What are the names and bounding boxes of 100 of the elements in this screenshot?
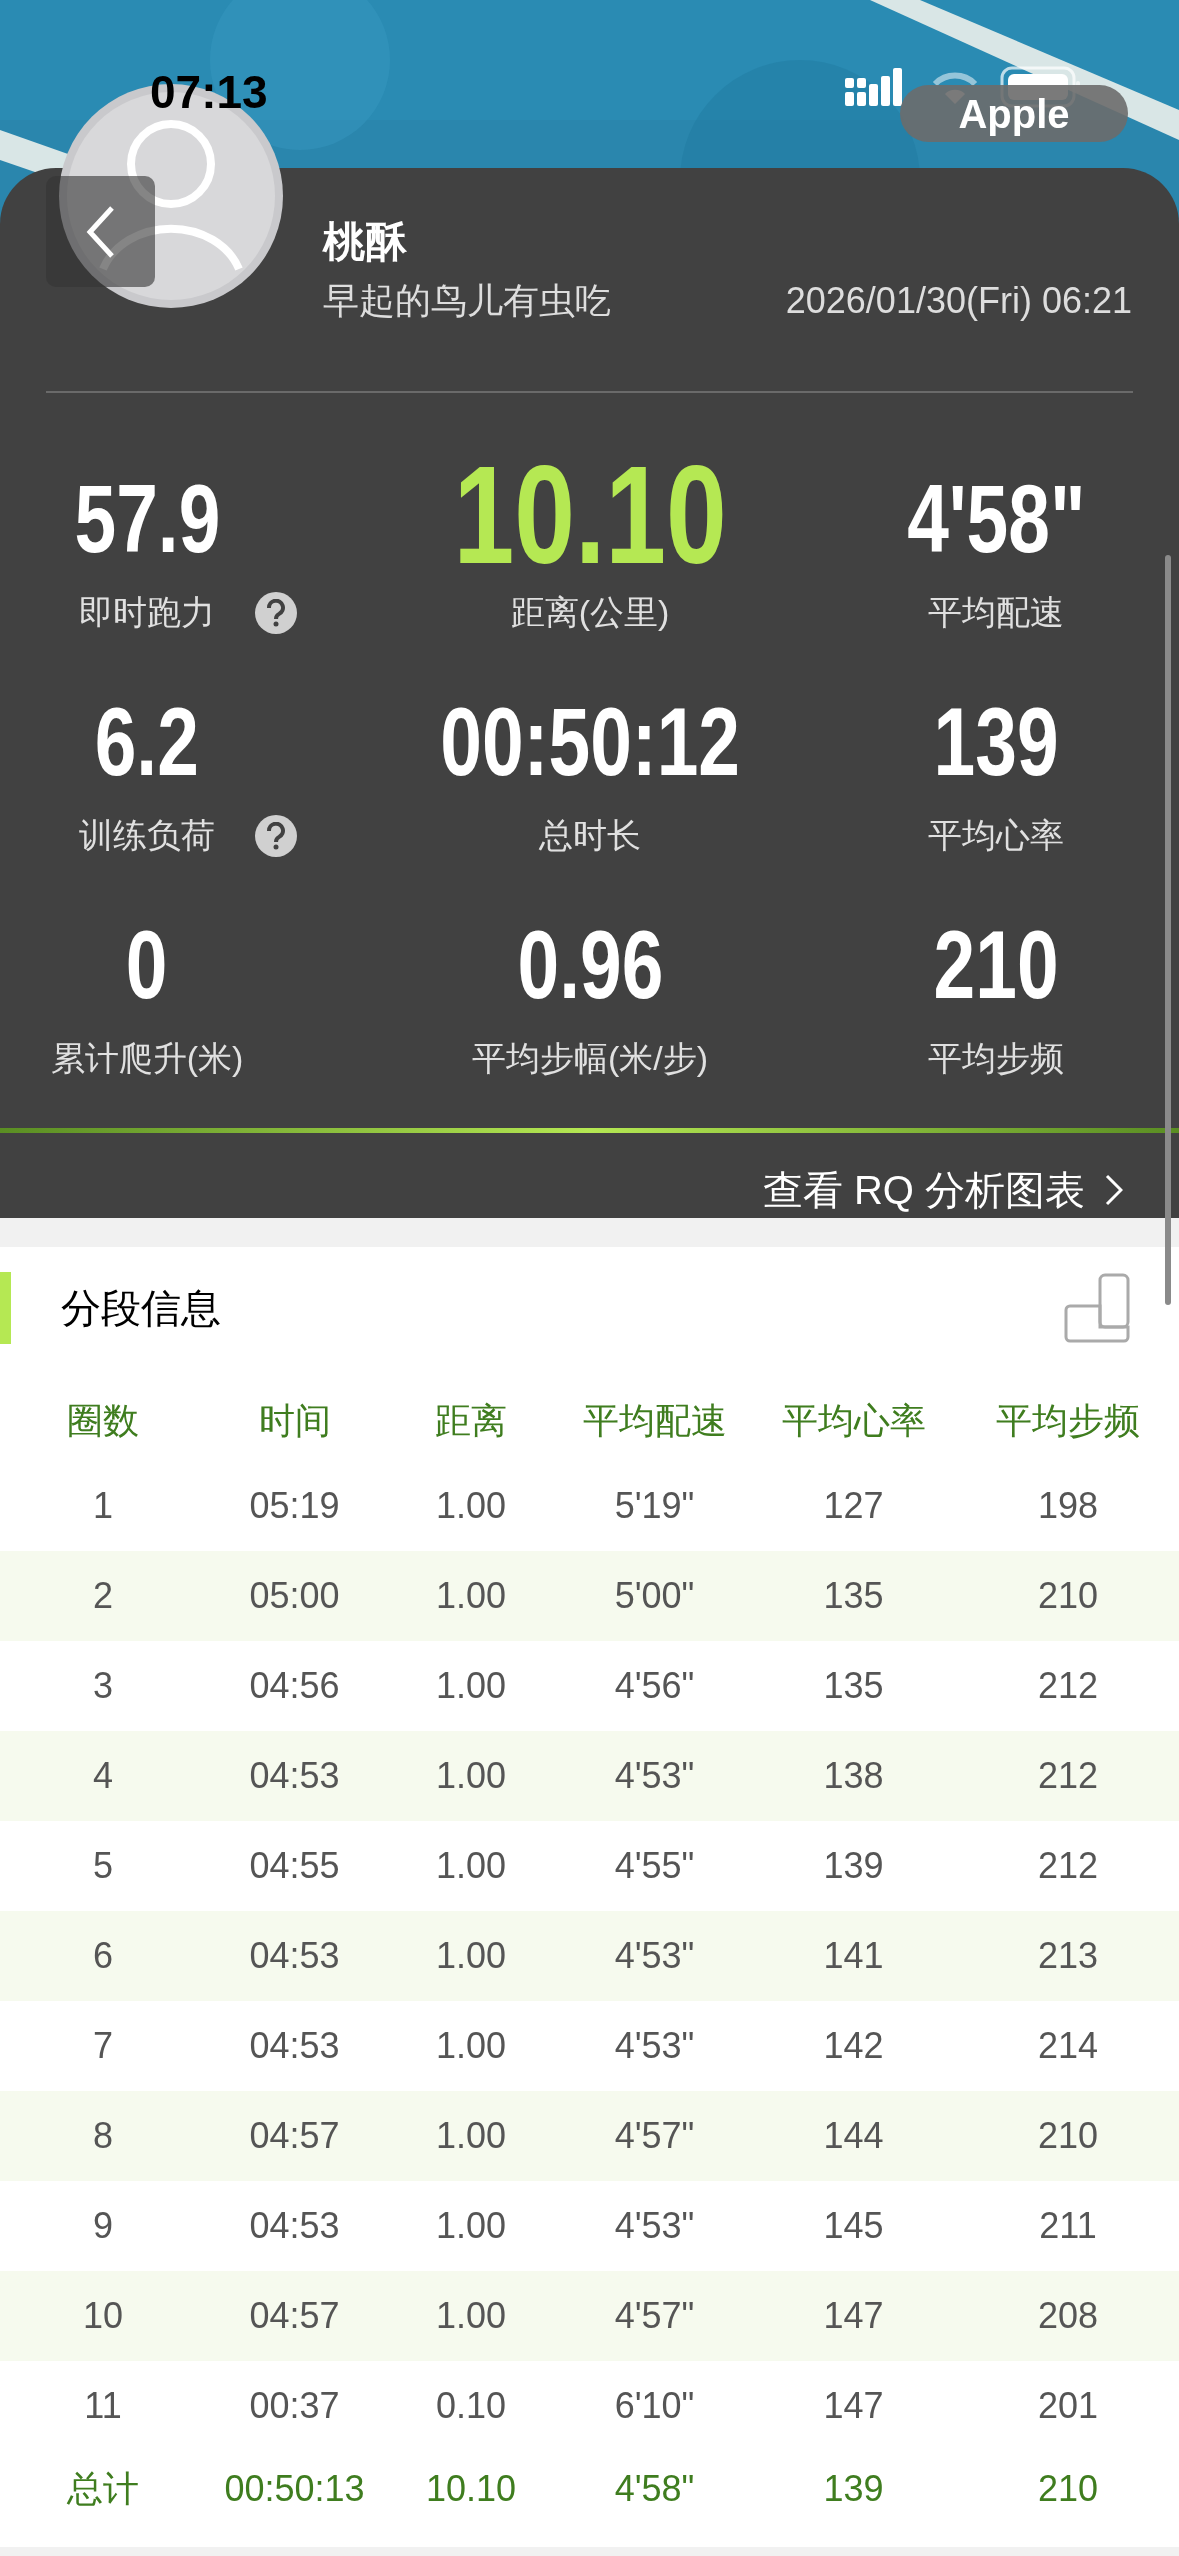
stat-label: 平均配速 bbox=[928, 592, 1064, 633]
table-cell-text: 3 bbox=[92, 1664, 114, 1708]
table-cell-text: 04:57 bbox=[248, 2294, 341, 2338]
table-cell-text: 138 bbox=[822, 1754, 885, 1798]
table-cell-text: 5'19" bbox=[613, 1484, 696, 1528]
back-button[interactable] bbox=[46, 176, 155, 287]
table-cell-text: 1.00 bbox=[434, 1574, 508, 1618]
table-cell-text: 4'53" bbox=[613, 2024, 696, 2068]
table-cell-text: 1.00 bbox=[434, 1484, 508, 1528]
table-cell-text: 05:00 bbox=[248, 1574, 341, 1618]
column-header: 平均心率 bbox=[780, 1399, 927, 1443]
total-cell-text: 总计 bbox=[66, 2467, 140, 2511]
table-cell-text: 201 bbox=[1036, 2384, 1100, 2428]
section-title: 分段信息 bbox=[61, 1285, 221, 1332]
stat-label: 平均步幅(米/步) bbox=[471, 1038, 709, 1079]
table-cell-text: 11 bbox=[83, 2384, 123, 2428]
stat-value: 4'58" bbox=[906, 469, 1086, 569]
table-cell-text: 04:57 bbox=[248, 2114, 341, 2158]
column-header: 时间 bbox=[257, 1399, 332, 1443]
table-cell-text: 4'53" bbox=[613, 2204, 696, 2248]
column-header: 平均步频 bbox=[995, 1399, 1141, 1443]
column-header: 距离 bbox=[434, 1399, 508, 1443]
table-cell-text: 211 bbox=[1038, 2204, 1098, 2248]
table-cell-text: 6'10" bbox=[613, 2384, 696, 2428]
user-name: 桃酥 bbox=[323, 217, 407, 267]
stat-value: 10.10 bbox=[453, 461, 727, 569]
table-cell-text: 141 bbox=[822, 1934, 885, 1978]
table-cell-text: 0.10 bbox=[434, 2384, 508, 2428]
chevron-right-icon bbox=[1105, 1174, 1123, 1206]
table-cell-text: 04:53 bbox=[248, 2024, 341, 2068]
stat-label: 即时跑力 bbox=[79, 592, 215, 633]
stat-value: 00:50:12 bbox=[440, 692, 740, 792]
table-cell-text: 04:53 bbox=[248, 1934, 341, 1978]
apple-pill: Apple bbox=[900, 85, 1128, 142]
table-cell-text: 10 bbox=[81, 2294, 124, 2338]
table-cell-text: 4 bbox=[92, 1754, 114, 1798]
table-cell-text: 1.00 bbox=[434, 1844, 508, 1888]
table-cell-text: 135 bbox=[822, 1664, 885, 1708]
stat-value: 210 bbox=[933, 915, 1059, 1015]
table-cell-text: 1.00 bbox=[434, 1934, 508, 1978]
table-cell-text: 04:56 bbox=[248, 1664, 341, 1708]
stat-label: 平均步频 bbox=[928, 1038, 1064, 1079]
status-time: 07:13 bbox=[150, 65, 268, 120]
column-header: 平均配速 bbox=[581, 1399, 728, 1443]
table-cell-text: 1.00 bbox=[434, 1664, 508, 1708]
table-cell-text: 214 bbox=[1036, 2024, 1100, 2068]
table-cell-text: 212 bbox=[1036, 1664, 1100, 1708]
stat-label: 平均心率 bbox=[928, 815, 1064, 856]
table-cell-text: 208 bbox=[1036, 2294, 1100, 2338]
table-cell-text: 4'53" bbox=[613, 1754, 696, 1798]
column-header: 圈数 bbox=[66, 1399, 140, 1443]
total-cell-text: 10.10 bbox=[424, 2467, 518, 2511]
section-accent-bar bbox=[0, 1272, 11, 1344]
table-cell-text: 1.00 bbox=[434, 2294, 508, 2338]
table-cell-text: 142 bbox=[822, 2024, 885, 2068]
table-cell-text: 04:53 bbox=[248, 2204, 341, 2248]
table-cell-text: 1.00 bbox=[434, 2114, 508, 2158]
total-cell-text: 210 bbox=[1036, 2467, 1100, 2511]
total-cell-text: 00:50:13 bbox=[223, 2467, 366, 2511]
table-cell-text: 4'57" bbox=[613, 2294, 696, 2338]
table-cell-text: 5 bbox=[92, 1844, 114, 1888]
stat-label: 训练负荷 bbox=[79, 815, 215, 856]
rq-analysis-link[interactable]: 查看 RQ 分析图表 bbox=[762, 1160, 1123, 1220]
table-cell-text: 04:53 bbox=[248, 1754, 341, 1798]
table-cell-text: 4'57" bbox=[613, 2114, 696, 2158]
table-cell-text: 1.00 bbox=[434, 1754, 508, 1798]
stat-value: 139 bbox=[933, 692, 1059, 792]
table-cell-text: 210 bbox=[1036, 1574, 1100, 1618]
table-cell-text: 135 bbox=[822, 1574, 885, 1618]
table-cell-text: 198 bbox=[1036, 1484, 1100, 1528]
table-cell-text: 147 bbox=[822, 2294, 885, 2338]
table-cell-text: 9 bbox=[92, 2204, 114, 2248]
table-cell-text: 1 bbox=[92, 1484, 114, 1528]
stat-value: 6.2 bbox=[94, 692, 200, 792]
table-cell-text: 1.00 bbox=[434, 2204, 508, 2248]
table-cell-text: 6 bbox=[92, 1934, 114, 1978]
table-cell-text: 4'56" bbox=[613, 1664, 696, 1708]
stat-value: 57.9 bbox=[74, 469, 220, 569]
total-cell-text: 4'58" bbox=[613, 2467, 696, 2511]
total-cell-text: 139 bbox=[822, 2467, 885, 2511]
table-cell-text: 145 bbox=[822, 2204, 885, 2248]
table-cell-text: 147 bbox=[822, 2384, 885, 2428]
table-cell-text: 139 bbox=[822, 1844, 885, 1888]
table-cell-text: 05:19 bbox=[248, 1484, 341, 1528]
stat-label: 累计爬升(米) bbox=[50, 1038, 244, 1079]
stat-value: 0.96 bbox=[517, 915, 663, 1015]
table-cell-text: 2 bbox=[92, 1574, 114, 1618]
table-cell-text: 1.00 bbox=[434, 2024, 508, 2068]
table-cell-text: 8 bbox=[92, 2114, 114, 2158]
stat-label: 总时长 bbox=[539, 815, 641, 856]
table-cell-text: 212 bbox=[1036, 1754, 1100, 1798]
table-cell-text: 7 bbox=[92, 2024, 114, 2068]
user-motto: 早起的鸟儿有虫吃 bbox=[323, 279, 611, 323]
table-cell-text: 212 bbox=[1036, 1844, 1100, 1888]
table-cell-text: 127 bbox=[822, 1484, 885, 1528]
stat-value: 0 bbox=[126, 915, 168, 1015]
table-cell-text: 5'00" bbox=[613, 1574, 696, 1618]
table-cell-text: 04:55 bbox=[248, 1844, 341, 1888]
table-cell-text: 144 bbox=[822, 2114, 885, 2158]
table-cell-text: 213 bbox=[1036, 1934, 1100, 1978]
